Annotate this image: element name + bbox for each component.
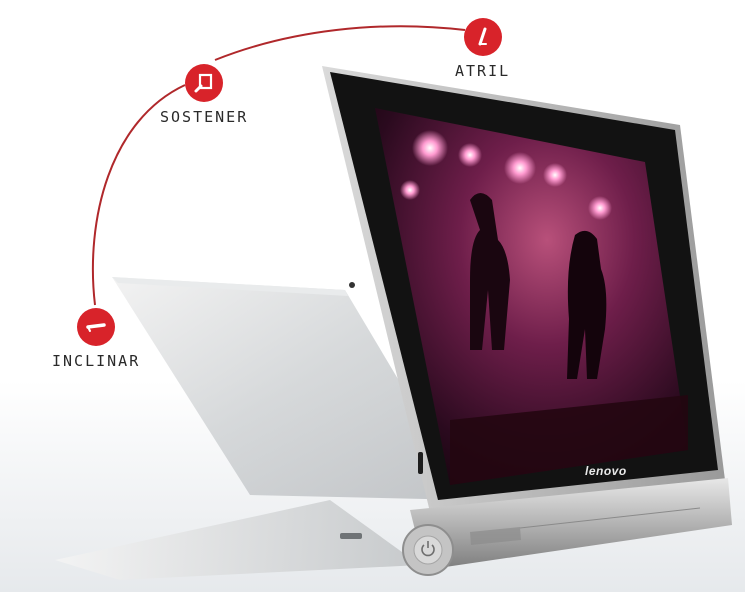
stand-slot <box>340 533 362 539</box>
mode-label-inclinar: INCLINAR <box>52 352 141 370</box>
mode-atril: ATRIL <box>455 18 510 80</box>
tilt-mode-icon <box>77 308 116 346</box>
mode-label-sostener: SOSTENER <box>160 108 249 126</box>
mode-label-atril: ATRIL <box>455 62 511 80</box>
front-camera <box>349 282 355 288</box>
hold-mode-icon <box>185 64 224 102</box>
stage-light <box>412 130 448 166</box>
power-button-inner <box>413 535 443 565</box>
side-button <box>418 452 423 474</box>
mode-sostener: SOSTENER <box>160 64 248 126</box>
stage-light <box>543 163 567 187</box>
lenovo-logo: lenovo <box>585 464 627 478</box>
tablet-product-scene <box>0 25 745 592</box>
mode-inclinar: INCLINAR <box>52 308 140 370</box>
stand-mode-icon <box>463 18 502 56</box>
stage-light <box>504 152 536 184</box>
stage-light <box>458 143 482 167</box>
stage-light <box>588 196 612 220</box>
stage-light <box>400 180 420 200</box>
